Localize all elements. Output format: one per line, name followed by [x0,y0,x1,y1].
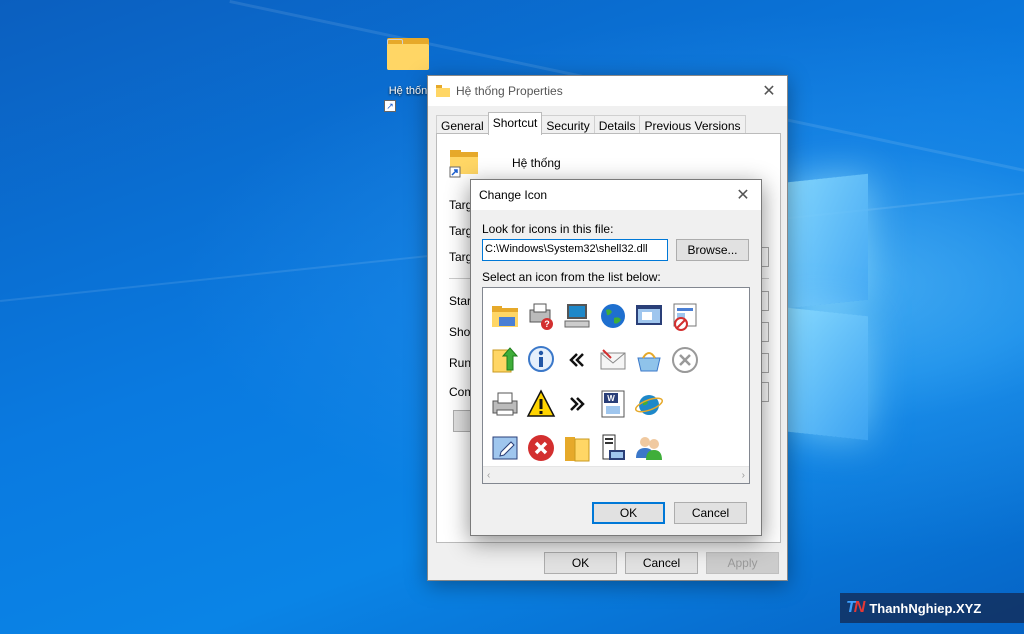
cancel-button[interactable]: Cancel [674,502,747,524]
apply-button[interactable]: Apply [706,552,779,574]
ok-button[interactable]: OK [592,502,665,524]
word-document-icon[interactable]: W [595,382,631,426]
field-label: Targ [449,224,473,238]
scroll-left-icon[interactable]: ‹ [487,470,490,481]
dialog-title: Change Icon [479,188,548,202]
watermark-logo: TN [846,599,865,616]
scroll-right-icon[interactable]: › [742,470,745,481]
tab-bar: General Shortcut Security Details Previo… [436,112,746,135]
horizontal-scrollbar[interactable]: ‹ › [483,466,749,483]
close-icon[interactable]: ✕ [751,81,787,101]
mail-icon[interactable] [595,338,631,382]
field-label: Targ [449,250,473,264]
icon-grid: ? W [487,294,703,470]
windows-logo [788,173,870,441]
window-title: Hệ thống Properties [456,84,563,98]
shortcut-arrow-icon: ↗ [384,100,396,112]
change-icon-titlebar[interactable]: Change Icon ✕ [471,180,761,210]
empty-cell [667,382,703,426]
field-label: Targ [449,198,473,212]
info-icon[interactable] [523,338,559,382]
icon-file-path-input[interactable]: C:\Windows\System32\shell32.dll [482,239,668,261]
globe-icon[interactable] [595,294,631,338]
computer-icon[interactable] [559,294,595,338]
basket-icon[interactable] [631,338,667,382]
svg-text:?: ? [544,319,550,329]
look-for-label: Look for icons in this file: [482,222,614,236]
change-icon-dialog: Change Icon ✕ Look for icons in this fil… [470,179,762,536]
svg-text:W: W [607,394,615,403]
tab-security[interactable]: Security [541,115,595,135]
watermark: TN ThanhNghiep.XYZ [840,593,1024,623]
tab-general[interactable]: General [436,115,489,135]
tab-details[interactable]: Details [593,115,641,135]
tab-shortcut[interactable]: Shortcut [487,112,543,135]
empty-cell [667,426,703,470]
shortcut-name: Hệ thống [512,156,561,170]
cancel-button[interactable]: Cancel [625,552,698,574]
users-icon[interactable] [631,426,667,470]
edit-window-icon[interactable] [487,426,523,470]
folder-icon [449,148,481,181]
printer-icon[interactable] [487,382,523,426]
browse-button[interactable]: Browse... [676,239,749,261]
printer-help-icon[interactable]: ? [523,294,559,338]
close-circle-icon[interactable] [667,338,703,382]
watermark-text: ThanhNghiep.XYZ [869,600,982,616]
forbidden-document-icon[interactable] [667,294,703,338]
close-icon[interactable]: ✕ [725,185,761,205]
folder-upload-icon[interactable] [487,338,523,382]
dialog-buttons: OK Cancel [592,502,747,524]
warning-icon[interactable] [523,382,559,426]
select-icon-label: Select an icon from the list below: [482,270,661,284]
folder-open-icon[interactable] [559,426,595,470]
server-icon[interactable] [595,426,631,470]
folder-icon [387,36,429,70]
ok-button[interactable]: OK [544,552,617,574]
internet-globe-icon[interactable] [631,382,667,426]
tab-previous-versions[interactable]: Previous Versions [639,115,746,135]
forward-arrows-icon[interactable] [559,382,595,426]
back-arrows-icon[interactable] [559,338,595,382]
properties-titlebar[interactable]: Hệ thống Properties ✕ [428,76,787,106]
window-icon[interactable] [631,294,667,338]
error-icon[interactable] [523,426,559,470]
icon-list[interactable]: ? W ‹ › [482,287,750,484]
folder-icon [436,85,450,97]
folder-icon[interactable] [487,294,523,338]
dialog-buttons: OK Cancel Apply [544,552,779,574]
